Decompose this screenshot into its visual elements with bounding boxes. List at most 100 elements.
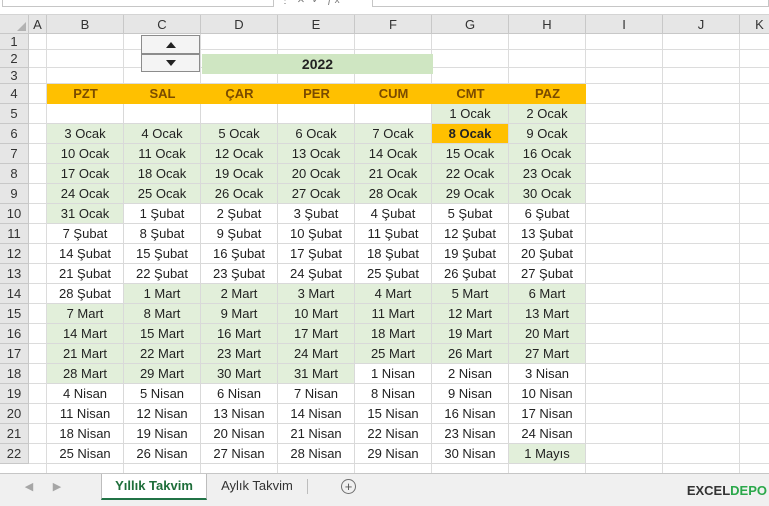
prev-sheet-icon[interactable]: ◀ xyxy=(21,479,37,495)
calendar-day-cell[interactable]: 18 Mart xyxy=(355,324,432,344)
calendar-day-cell[interactable]: 5 Şubat xyxy=(432,204,509,224)
calendar-day-cell[interactable]: 10 Ocak xyxy=(47,144,124,164)
weekday-header[interactable]: CMT xyxy=(432,84,509,104)
calendar-day-cell[interactable]: 20 Ocak xyxy=(278,164,355,184)
calendar-day-cell[interactable]: 1 Ocak xyxy=(432,104,509,124)
calendar-day-cell[interactable]: 20 Nisan xyxy=(201,424,278,444)
calendar-day-cell[interactable]: 15 Şubat xyxy=(124,244,201,264)
calendar-day-cell[interactable]: 1 Nisan xyxy=(355,364,432,384)
calendar-day-cell[interactable] xyxy=(278,104,355,124)
row-header-1[interactable]: 1 xyxy=(0,34,29,50)
calendar-day-cell[interactable]: 28 Ocak xyxy=(355,184,432,204)
weekday-header[interactable]: SAL xyxy=(124,84,201,104)
calendar-day-cell[interactable]: 22 Mart xyxy=(124,344,201,364)
calendar-day-cell[interactable]: 7 Mart xyxy=(47,304,124,324)
calendar-day-cell[interactable]: 2 Nisan xyxy=(432,364,509,384)
row-header-21[interactable]: 21 xyxy=(0,424,29,444)
row-header-14[interactable]: 14 xyxy=(0,284,29,304)
calendar-day-cell[interactable]: 27 Mart xyxy=(509,344,586,364)
column-header-d[interactable]: D xyxy=(201,15,278,34)
column-header-j[interactable]: J xyxy=(663,15,740,34)
calendar-day-cell[interactable]: 16 Ocak xyxy=(509,144,586,164)
column-header-f[interactable]: F xyxy=(355,15,432,34)
row-header-10[interactable]: 10 xyxy=(0,204,29,224)
calendar-day-cell[interactable]: 3 Ocak xyxy=(47,124,124,144)
year-cell[interactable]: 2022 xyxy=(202,54,433,74)
calendar-day-cell[interactable] xyxy=(47,104,124,124)
calendar-day-cell[interactable]: 25 Mart xyxy=(355,344,432,364)
calendar-day-cell[interactable] xyxy=(124,104,201,124)
calendar-day-cell[interactable] xyxy=(355,104,432,124)
calendar-day-cell[interactable]: 6 Ocak xyxy=(278,124,355,144)
calendar-day-cell[interactable]: 23 Mart xyxy=(201,344,278,364)
calendar-day-cell[interactable]: 5 Nisan xyxy=(124,384,201,404)
calendar-day-cell[interactable]: 17 Ocak xyxy=(47,164,124,184)
row-header-7[interactable]: 7 xyxy=(0,144,29,164)
calendar-day-cell[interactable]: 5 Ocak xyxy=(201,124,278,144)
calendar-day-cell[interactable]: 22 Şubat xyxy=(124,264,201,284)
calendar-day-cell[interactable]: 11 Nisan xyxy=(47,404,124,424)
calendar-day-cell[interactable]: 24 Mart xyxy=(278,344,355,364)
calendar-day-cell[interactable] xyxy=(201,104,278,124)
next-sheet-icon[interactable]: ▶ xyxy=(49,479,65,495)
calendar-day-cell[interactable]: 28 Şubat xyxy=(47,284,124,304)
row-header-2[interactable]: 2 xyxy=(0,50,29,68)
calendar-day-cell[interactable]: 27 Şubat xyxy=(509,264,586,284)
calendar-day-cell[interactable]: 7 Ocak xyxy=(355,124,432,144)
calendar-day-cell[interactable]: 10 Nisan xyxy=(509,384,586,404)
calendar-day-cell[interactable]: 17 Mart xyxy=(278,324,355,344)
tab-yillik-takvim[interactable]: Yıllık Takvim xyxy=(101,474,207,500)
calendar-day-cell[interactable]: 23 Nisan xyxy=(432,424,509,444)
calendar-day-cell[interactable]: 21 Mart xyxy=(47,344,124,364)
calendar-day-cell[interactable]: 26 Nisan xyxy=(124,444,201,464)
calendar-day-cell[interactable]: 11 Ocak xyxy=(124,144,201,164)
column-header-i[interactable]: I xyxy=(586,15,663,34)
calendar-day-cell[interactable]: 6 Şubat xyxy=(509,204,586,224)
row-header-8[interactable]: 8 xyxy=(0,164,29,184)
calendar-day-cell[interactable]: 9 Ocak xyxy=(509,124,586,144)
calendar-day-cell[interactable]: 5 Mart xyxy=(432,284,509,304)
calendar-day-cell[interactable]: 16 Mart xyxy=(201,324,278,344)
calendar-day-cell[interactable]: 2 Mart xyxy=(201,284,278,304)
weekday-header[interactable]: PER xyxy=(278,84,355,104)
calendar-day-cell[interactable]: 4 Nisan xyxy=(47,384,124,404)
calendar-day-cell[interactable]: 9 Şubat xyxy=(201,224,278,244)
row-header-15[interactable]: 15 xyxy=(0,304,29,324)
calendar-day-cell[interactable]: 15 Ocak xyxy=(432,144,509,164)
column-header-g[interactable]: G xyxy=(432,15,509,34)
calendar-day-cell[interactable]: 23 Ocak xyxy=(509,164,586,184)
calendar-day-cell[interactable]: 13 Şubat xyxy=(509,224,586,244)
calendar-day-cell[interactable]: 4 Ocak xyxy=(124,124,201,144)
weekday-header[interactable]: CUM xyxy=(355,84,432,104)
column-header-k[interactable]: K xyxy=(740,15,769,34)
calendar-day-cell[interactable]: 31 Ocak xyxy=(47,204,124,224)
calendar-day-cell[interactable]: 31 Mart xyxy=(278,364,355,384)
calendar-day-cell[interactable]: 8 Nisan xyxy=(355,384,432,404)
calendar-day-cell[interactable]: 19 Nisan xyxy=(124,424,201,444)
calendar-day-cell[interactable]: 15 Nisan xyxy=(355,404,432,424)
calendar-day-cell[interactable]: 28 Nisan xyxy=(278,444,355,464)
calendar-day-cell[interactable]: 17 Nisan xyxy=(509,404,586,424)
calendar-day-cell[interactable]: 20 Mart xyxy=(509,324,586,344)
row-header-19[interactable]: 19 xyxy=(0,384,29,404)
name-box[interactable] xyxy=(2,0,274,7)
calendar-day-cell[interactable]: 18 Ocak xyxy=(124,164,201,184)
calendar-day-cell[interactable]: 18 Şubat xyxy=(355,244,432,264)
calendar-day-cell[interactable]: 30 Mart xyxy=(201,364,278,384)
calendar-day-cell[interactable]: 1 Mayıs xyxy=(509,444,586,464)
calendar-day-cell[interactable]: 21 Nisan xyxy=(278,424,355,444)
calendar-day-cell[interactable]: 19 Mart xyxy=(432,324,509,344)
calendar-day-cell[interactable]: 29 Ocak xyxy=(432,184,509,204)
calendar-day-cell[interactable]: 19 Şubat xyxy=(432,244,509,264)
calendar-day-cell[interactable]: 19 Ocak xyxy=(201,164,278,184)
calendar-day-cell[interactable]: 15 Mart xyxy=(124,324,201,344)
calendar-day-cell[interactable]: 22 Nisan xyxy=(355,424,432,444)
calendar-day-cell[interactable]: 12 Nisan xyxy=(124,404,201,424)
calendar-day-cell[interactable]: 28 Mart xyxy=(47,364,124,384)
calendar-day-cell[interactable]: 10 Şubat xyxy=(278,224,355,244)
calendar-day-cell[interactable]: 9 Nisan xyxy=(432,384,509,404)
calendar-day-cell[interactable]: 24 Nisan xyxy=(509,424,586,444)
calendar-day-cell[interactable]: 7 Nisan xyxy=(278,384,355,404)
calendar-day-cell[interactable]: 3 Şubat xyxy=(278,204,355,224)
calendar-day-cell[interactable]: 20 Şubat xyxy=(509,244,586,264)
